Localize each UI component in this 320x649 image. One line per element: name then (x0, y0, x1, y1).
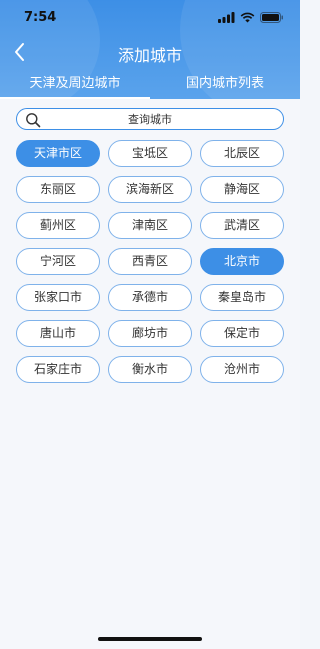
search-placeholder: 查询城市 (128, 113, 172, 126)
city-chip[interactable]: 唐山市 (16, 320, 100, 347)
home-indicator (98, 637, 202, 641)
city-chip[interactable]: 衡水市 (108, 356, 192, 383)
tab-domestic-cities[interactable]: 国内城市列表 (150, 71, 300, 99)
search-icon (26, 113, 41, 128)
city-chip[interactable]: 廊坊市 (108, 320, 192, 347)
city-chip[interactable]: 北辰区 (200, 140, 284, 167)
search-input[interactable]: 查询城市 (16, 108, 284, 130)
city-chip[interactable]: 承德市 (108, 284, 192, 311)
city-chip[interactable]: 张家口市 (16, 284, 100, 311)
status-bar: 7:54 (0, 0, 300, 34)
city-chip[interactable]: 宁河区 (16, 248, 100, 275)
city-chip[interactable]: 宝坻区 (108, 140, 192, 167)
tab-label: 国内城市列表 (185, 76, 264, 91)
city-chip[interactable]: 东丽区 (16, 176, 100, 203)
city-chip[interactable]: 北京市 (200, 248, 284, 275)
city-chip[interactable]: 沧州市 (200, 356, 284, 383)
battery-icon (260, 12, 283, 23)
city-chip[interactable]: 保定市 (200, 320, 284, 347)
city-chip[interactable]: 津南区 (108, 212, 192, 239)
city-chip[interactable]: 天津市区 (16, 140, 100, 167)
city-chip[interactable]: 蓟州区 (16, 212, 100, 239)
content-area: 查询城市 天津市区 宝坻区 北辰区 东丽区 滨海新区 静海区 蓟州区 津南区 武… (0, 99, 300, 649)
status-icons (218, 12, 284, 23)
status-time: 7:54 (24, 10, 57, 25)
city-chip[interactable]: 静海区 (200, 176, 284, 203)
city-chip[interactable]: 石家庄市 (16, 356, 100, 383)
city-chip[interactable]: 武清区 (200, 212, 284, 239)
city-chip[interactable]: 滨海新区 (108, 176, 192, 203)
wifi-icon (240, 12, 255, 23)
tab-tianjin-nearby[interactable]: 天津及周边城市 (0, 71, 150, 99)
nav-bar: 添加城市 (0, 34, 300, 70)
tab-label: 天津及周边城市 (29, 76, 121, 91)
city-chip[interactable]: 西青区 (108, 248, 192, 275)
city-chip[interactable]: 秦皇岛市 (200, 284, 284, 311)
tab-bar: 天津及周边城市 国内城市列表 (0, 71, 300, 99)
header: 7:54 添加城市 天津及周边城市 国内城市列表 (0, 0, 300, 99)
page-title: 添加城市 (117, 46, 182, 65)
signal-icon (218, 12, 235, 23)
city-grid: 天津市区 宝坻区 北辰区 东丽区 滨海新区 静海区 蓟州区 津南区 武清区 宁河… (16, 140, 284, 383)
